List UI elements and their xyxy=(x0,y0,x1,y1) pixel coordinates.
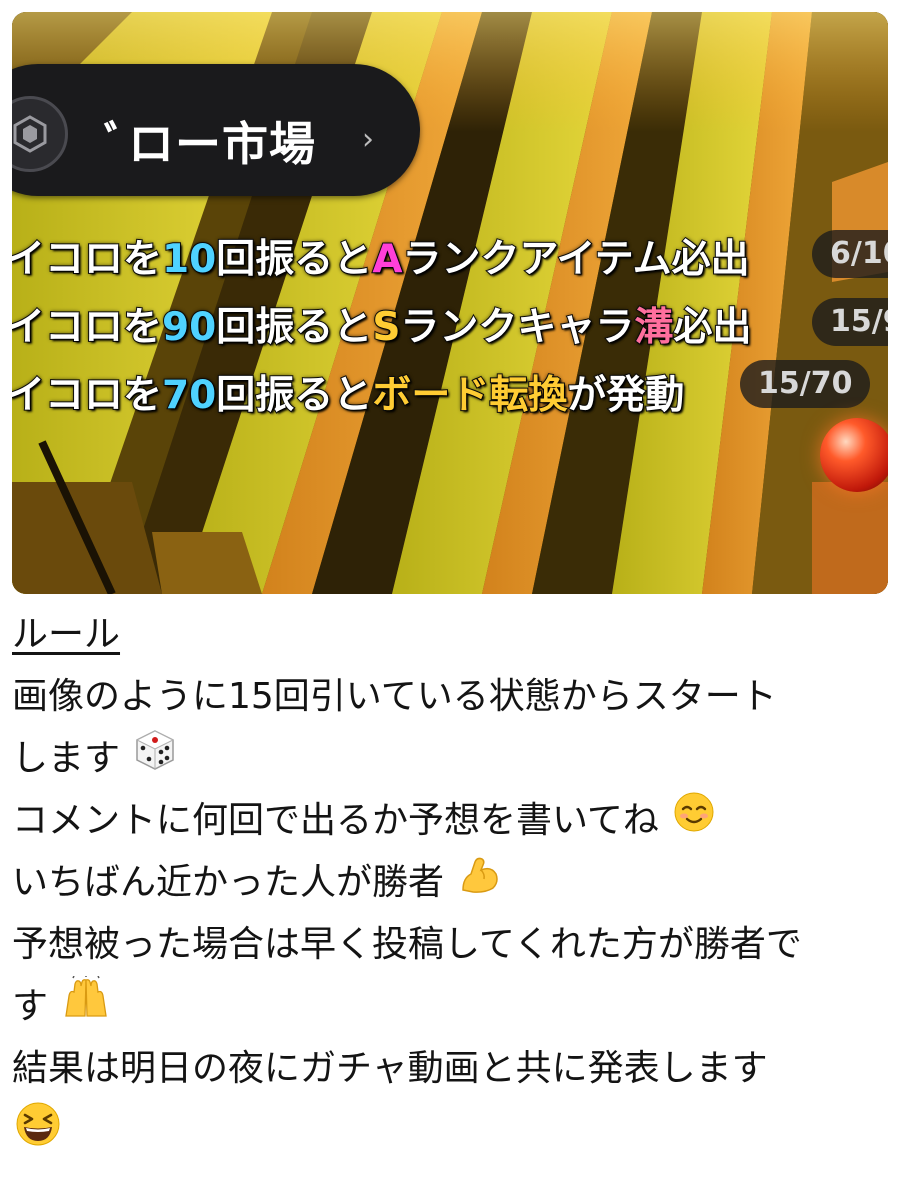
mission-progress-2: 15/9 xyxy=(812,298,888,346)
post-line-3: コメントに何回で出るか予想を書いてね xyxy=(12,790,888,852)
mission-row-2: イコロを90回振るとSランクキャラ溝必出 xyxy=(12,296,752,352)
post-line-2: します xyxy=(12,728,888,790)
post-line-6-text: す xyxy=(12,986,49,1027)
board-title: ﾞロー市場 xyxy=(104,117,316,171)
mission-number: 70 xyxy=(161,372,217,419)
post-line-8 xyxy=(12,1100,888,1162)
mission-prefix: イコロを xyxy=(12,236,163,283)
mission-prefix: イコロを xyxy=(12,372,163,419)
mission-progress-1: 6/10 xyxy=(812,230,888,278)
flexed-biceps-icon xyxy=(457,852,501,916)
post-line-6: す xyxy=(12,975,888,1040)
game-screenshot: ﾞロー市場 › イコロを10回振るとAランクアイテム必出 6/10 イコロを90… xyxy=(12,12,888,594)
mission-middle: 回振ると xyxy=(215,236,373,283)
mission-middle: 回振ると xyxy=(215,372,373,419)
smiling-face-icon xyxy=(672,790,716,854)
mission-prefix: イコロを xyxy=(12,304,163,351)
mission-suffix: ランクキャラ xyxy=(399,304,635,351)
post-line-2-text: します xyxy=(12,738,121,779)
red-orb-decoration xyxy=(820,418,888,492)
post-line-4: いちばん近かった人が勝者 xyxy=(12,852,888,914)
mission-suffix: が発動 xyxy=(566,372,685,419)
post-line-5: 予想被った場合は早く投稿してくれた方が勝者で xyxy=(12,924,802,965)
mission-number: 90 xyxy=(161,304,217,351)
mission-row-3: イコロを70回振るとボード転換が発動 xyxy=(12,364,685,420)
post-line-4-text: いちばん近かった人が勝者 xyxy=(12,862,445,903)
rule-heading: ルール xyxy=(12,614,121,655)
mission-number: 10 xyxy=(161,236,217,283)
rank-a-label: A xyxy=(371,236,403,283)
post-line-3-text: コメントに何回で出るか予想を書いてね xyxy=(12,800,659,841)
raising-hands-icon xyxy=(61,975,111,1040)
mission-progress-3: 15/70 xyxy=(740,360,871,408)
post-line-7: 結果は明日の夜にガチャ動画と共に発表します xyxy=(12,1048,768,1089)
rank-s-label: S xyxy=(371,304,401,351)
mission-row-1: イコロを10回振るとAランクアイテム必出 xyxy=(12,228,751,284)
post-line-1: 画像のように15回引いている状態からスタート xyxy=(12,676,777,717)
mission-suffix-pink: 溝 xyxy=(633,304,674,351)
grinning-squinting-face-icon xyxy=(14,1100,62,1168)
mission-suffix-end: 必出 xyxy=(672,304,752,351)
board-change-label: ボード転換 xyxy=(371,372,568,419)
mission-middle: 回振ると xyxy=(215,304,373,351)
chevron-right-icon: › xyxy=(362,122,374,157)
post-body: ルール 画像のように15回引いている状態からスタート します コメントに何回で出… xyxy=(12,604,888,1162)
mission-suffix: ランクアイテム必出 xyxy=(401,236,750,283)
dice-icon xyxy=(133,728,177,792)
